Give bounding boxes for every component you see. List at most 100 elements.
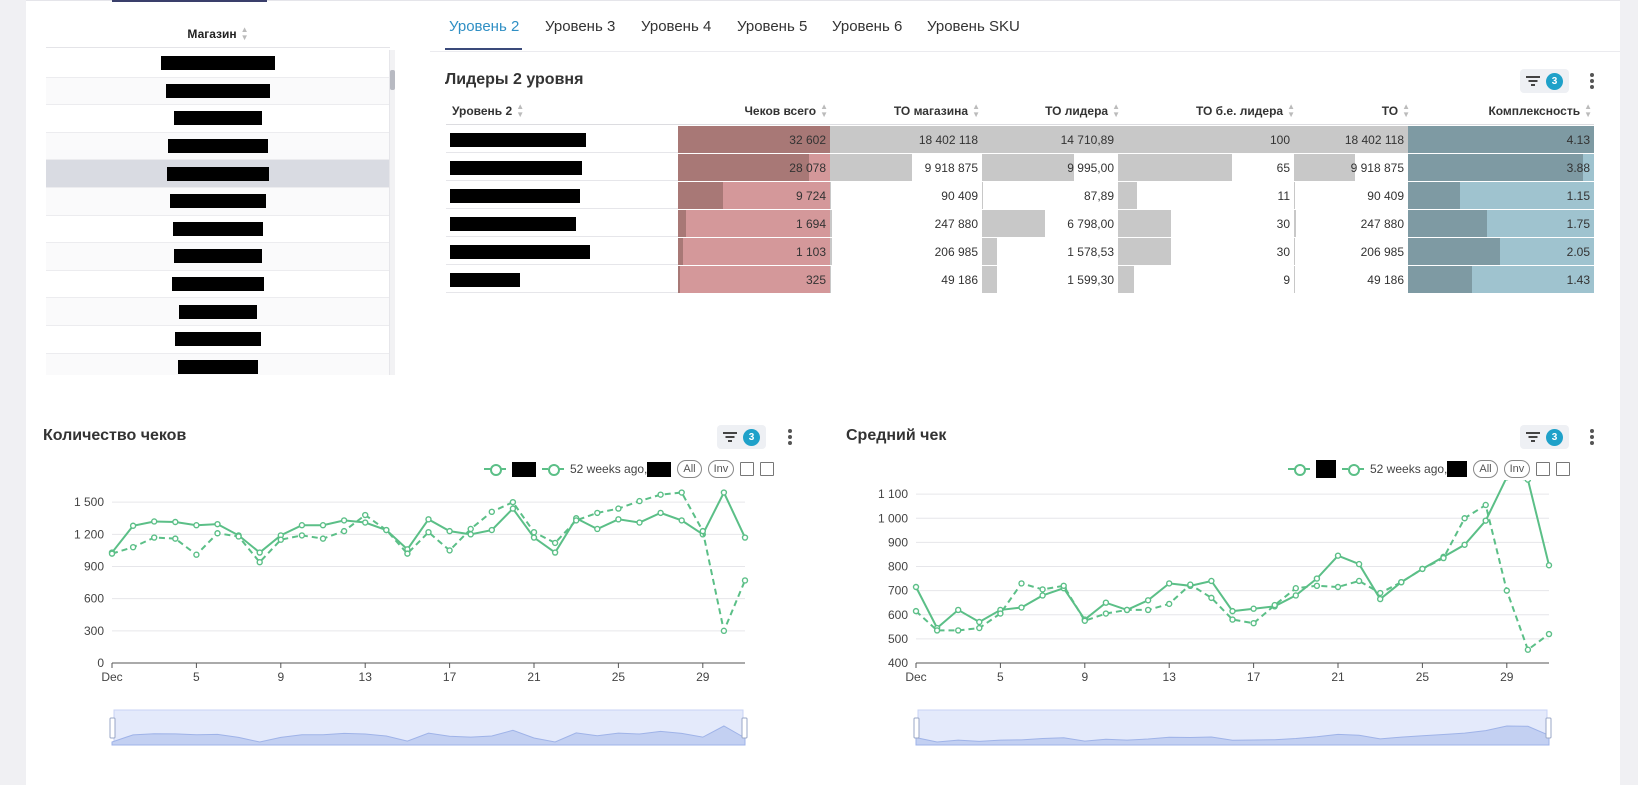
legend-all-button[interactable]: All bbox=[677, 460, 702, 478]
cell-value: 247 880 bbox=[934, 216, 978, 231]
data-point bbox=[912, 607, 920, 615]
checks-filter-button[interactable]: 3 bbox=[717, 425, 766, 449]
data-point bbox=[362, 519, 369, 526]
cell-value: 100 bbox=[1269, 132, 1290, 147]
zoom-reset-icon[interactable] bbox=[1556, 462, 1571, 476]
cell-value: 1.43 bbox=[1566, 272, 1590, 287]
zoom-reset-icon[interactable] bbox=[760, 462, 775, 476]
redacted-label bbox=[512, 461, 536, 477]
store-scrollbar[interactable] bbox=[389, 50, 395, 375]
legend-current-marker[interactable] bbox=[1288, 464, 1310, 476]
data-point bbox=[467, 531, 474, 538]
redacted-store-name bbox=[179, 304, 257, 319]
store-row[interactable] bbox=[46, 160, 390, 188]
x-tick-label: 17 bbox=[443, 670, 457, 684]
data-point bbox=[1334, 552, 1342, 559]
sort-icon[interactable]: ▲ ▼ bbox=[1112, 103, 1120, 119]
col-header-checks-label: Чеков всего bbox=[744, 104, 817, 118]
data-point bbox=[530, 528, 538, 536]
scrollbar-thumb[interactable] bbox=[390, 70, 395, 90]
leaders-row[interactable]: 1 103 206 985 1 578,53 30 206 985 2.05 bbox=[446, 238, 1594, 265]
tab-level-3[interactable]: Уровень 3 bbox=[545, 18, 615, 35]
filter-count-badge: 3 bbox=[1546, 428, 1563, 446]
cell-value: 49 186 bbox=[941, 272, 978, 287]
store-row[interactable] bbox=[46, 270, 390, 299]
store-row[interactable] bbox=[46, 215, 390, 244]
store-row[interactable] bbox=[46, 132, 390, 161]
store-row[interactable] bbox=[46, 50, 390, 78]
cell-value: 30 bbox=[1276, 244, 1290, 259]
data-point bbox=[488, 526, 495, 534]
data-point bbox=[636, 519, 643, 526]
cell-value: 6 798,00 bbox=[1067, 216, 1114, 231]
data-point bbox=[1355, 577, 1363, 585]
data-bar bbox=[1118, 238, 1171, 265]
data-point bbox=[1377, 589, 1384, 597]
tab-level-sku[interactable]: Уровень SKU bbox=[927, 18, 1020, 35]
leaders-row[interactable]: 1 694 247 880 6 798,00 30 247 880 1.75 bbox=[446, 210, 1594, 237]
store-column-header[interactable]: Магазин ▲ ▼ bbox=[46, 20, 390, 48]
leaders-more-icon[interactable] bbox=[1590, 73, 1594, 89]
checks-more-icon[interactable] bbox=[788, 429, 792, 445]
store-row[interactable] bbox=[46, 353, 390, 375]
tab-level-6[interactable]: Уровень 6 bbox=[832, 18, 902, 35]
y-tick-label: 600 bbox=[888, 608, 908, 622]
legend-all-button[interactable]: All bbox=[1473, 460, 1498, 478]
level2-name-cell bbox=[446, 266, 678, 293]
complexity-cell: 1.15 bbox=[1408, 182, 1594, 209]
avg-check-more-icon[interactable] bbox=[1590, 429, 1594, 445]
sort-icon[interactable]: ▲ ▼ bbox=[241, 25, 249, 42]
data-point bbox=[594, 525, 601, 533]
legend-current-marker[interactable] bbox=[484, 464, 506, 476]
to-leader-cell: 1 578,53 bbox=[982, 238, 1118, 265]
to-store-cell: 49 186 bbox=[830, 266, 982, 293]
tab-level-2[interactable]: Уровень 2 bbox=[449, 18, 519, 35]
tab-level-4[interactable]: Уровень 4 bbox=[641, 18, 711, 35]
store-row[interactable] bbox=[46, 243, 390, 271]
data-point bbox=[1039, 586, 1046, 593]
col-header-to[interactable]: ТО ▲ ▼ bbox=[1260, 100, 1410, 122]
col-header-checks[interactable]: Чеков всего ▲ ▼ bbox=[678, 100, 828, 122]
leaders-row[interactable]: 28 078 9 918 875 9 995,00 65 9 918 875 3.88 bbox=[446, 154, 1594, 181]
to-be-leader-cell: 11 bbox=[1118, 182, 1294, 209]
data-bar bbox=[1118, 266, 1134, 293]
data-point bbox=[741, 577, 749, 584]
y-tick-label: 1 000 bbox=[878, 511, 908, 525]
series-line-prev-year bbox=[111, 491, 746, 635]
col-header-to-leader[interactable]: ТО лидера ▲ ▼ bbox=[970, 100, 1120, 122]
store-row[interactable] bbox=[46, 187, 390, 216]
data-point bbox=[172, 518, 179, 526]
col-header-to-store[interactable]: ТО магазина ▲ ▼ bbox=[830, 100, 980, 122]
to-cell: 206 985 bbox=[1294, 238, 1408, 265]
leaders-filter-button[interactable]: 3 bbox=[1520, 69, 1569, 93]
sort-icon[interactable]: ▲ ▼ bbox=[1402, 103, 1410, 119]
legend-inv-button[interactable]: Inv bbox=[707, 460, 735, 478]
store-row[interactable] bbox=[46, 298, 390, 326]
store-row[interactable] bbox=[46, 105, 390, 133]
zoom-select-icon[interactable] bbox=[1536, 462, 1551, 476]
legend-prev-label: 52 weeks ago, bbox=[570, 462, 648, 476]
legend-inv-button[interactable]: Inv bbox=[1503, 460, 1531, 478]
leaders-row[interactable]: 32 602 18 402 118 14 710,89 100 18 402 118 4.… bbox=[446, 126, 1594, 153]
leaders-row[interactable]: 9 724 90 409 87,89 11 90 409 1.15 bbox=[446, 182, 1594, 209]
legend-prev-marker[interactable] bbox=[542, 464, 564, 476]
sort-icon[interactable]: ▲ ▼ bbox=[516, 103, 524, 119]
y-tick-label: 700 bbox=[888, 584, 908, 598]
tab-level-5[interactable]: Уровень 5 bbox=[737, 18, 807, 35]
y-tick-label: 900 bbox=[84, 560, 104, 574]
store-row[interactable] bbox=[46, 325, 390, 354]
data-point bbox=[1524, 480, 1532, 483]
filter-icon bbox=[1526, 76, 1540, 86]
data-point bbox=[615, 505, 622, 512]
data-point bbox=[720, 489, 728, 496]
legend-prev-marker[interactable] bbox=[1342, 464, 1364, 476]
sort-icon[interactable]: ▲ ▼ bbox=[820, 103, 828, 119]
avg-check-filter-button[interactable]: 3 bbox=[1520, 425, 1569, 449]
sort-icon[interactable]: ▲ ▼ bbox=[1584, 103, 1592, 119]
store-row[interactable] bbox=[46, 77, 390, 106]
col-header-level2[interactable]: Уровень 2 ▲ ▼ bbox=[452, 100, 652, 122]
redacted-store-name bbox=[166, 83, 270, 98]
col-header-complexity[interactable]: Комплексность ▲ ▼ bbox=[1440, 100, 1592, 122]
zoom-select-icon[interactable] bbox=[740, 462, 755, 476]
leaders-row[interactable]: 325 49 186 1 599,30 9 49 186 1.43 bbox=[446, 266, 1594, 293]
